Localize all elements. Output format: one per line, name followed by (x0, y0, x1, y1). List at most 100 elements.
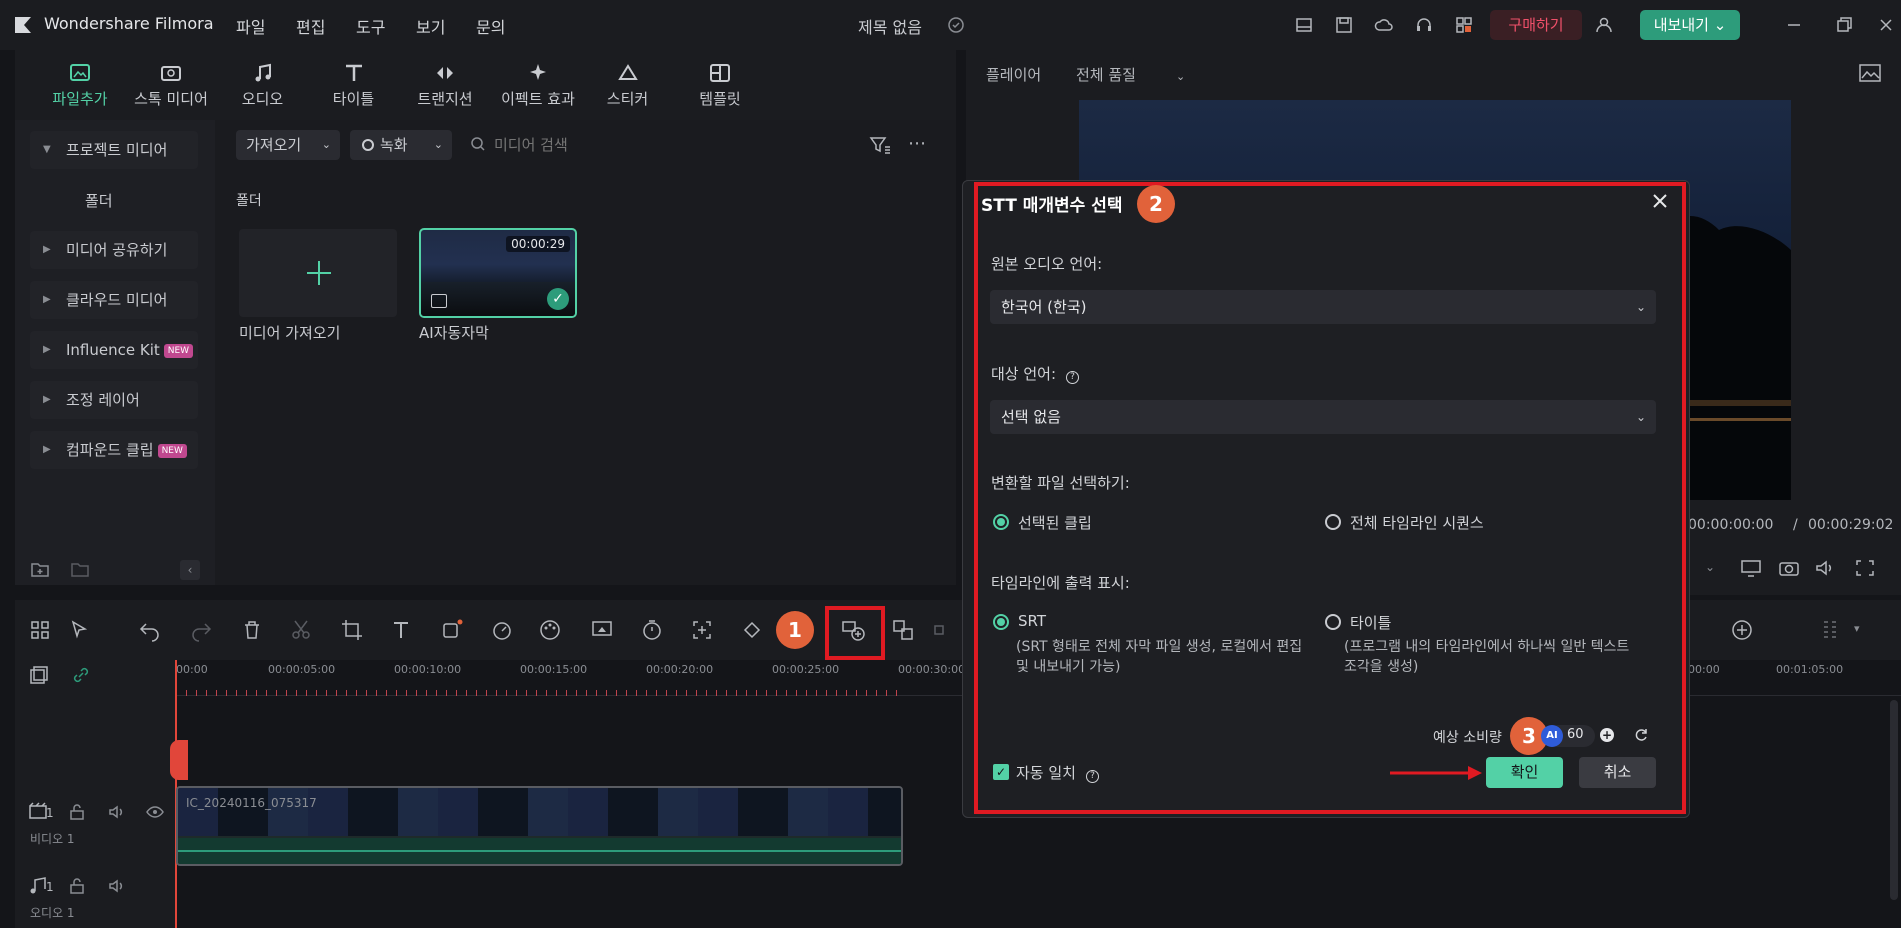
target-language-select[interactable]: 선택 없음 ⌄ (990, 400, 1656, 434)
radio-title[interactable] (1325, 614, 1341, 630)
app-name: Wondershare Filmora (44, 14, 214, 33)
title-t-icon (345, 64, 362, 81)
scissors-icon[interactable] (289, 618, 313, 642)
auto-match-label[interactable]: 자동 일치? (1016, 762, 1099, 783)
crop-icon[interactable] (340, 618, 364, 642)
headset-icon[interactable] (1414, 15, 1434, 35)
add-credits-icon[interactable]: + (1600, 728, 1614, 742)
track-height-icon[interactable] (1818, 618, 1842, 642)
nav-shared-media[interactable]: ▶ 미디어 공유하기 (30, 231, 198, 269)
collapse-panel-icon[interactable]: ‹ (180, 560, 200, 580)
minimize-icon[interactable] (1784, 15, 1804, 35)
display-icon[interactable] (1740, 558, 1762, 578)
lock-icon[interactable] (68, 877, 86, 895)
radio-whole-timeline[interactable] (1325, 514, 1341, 530)
option-whole-timeline[interactable]: 전체 타임라인 시퀀스 (1350, 512, 1484, 533)
select-pointer-icon[interactable] (68, 618, 92, 642)
chevron-down-icon[interactable]: ▾ (1854, 622, 1860, 635)
chevron-down-icon[interactable]: ⌄ (1705, 560, 1715, 574)
zoom-in-icon[interactable] (1730, 618, 1754, 642)
import-media-tile[interactable] (239, 229, 397, 317)
media-clip-thumbnail[interactable]: 00:00:29 ✓ (419, 228, 577, 318)
menu-view[interactable]: 보기 (416, 14, 445, 38)
text-icon[interactable] (390, 618, 414, 642)
menu-tools[interactable]: 도구 (356, 14, 385, 38)
auto-match-checkbox[interactable]: ✓ (993, 764, 1009, 780)
apps-grid-icon[interactable] (1454, 15, 1474, 35)
redo-icon[interactable] (189, 618, 213, 642)
tab-stickers[interactable]: 스티커 (590, 50, 665, 120)
source-language-select[interactable]: 한국어 (한국) ⌄ (990, 290, 1656, 324)
refresh-icon[interactable] (1633, 727, 1649, 743)
lock-icon[interactable] (68, 803, 86, 821)
timeline-scrollbar[interactable] (1890, 700, 1898, 900)
export-button[interactable]: 내보내기 ⌄ (1640, 10, 1740, 40)
tab-effects[interactable]: 이펙트 효과 (493, 50, 583, 120)
restore-icon[interactable] (1834, 15, 1854, 35)
menu-edit[interactable]: 편집 (296, 14, 325, 38)
option-srt[interactable]: SRT (1018, 612, 1046, 630)
nav-adjustment-layer[interactable]: ▶ 조정 레이어 (30, 381, 198, 419)
shape-icon[interactable] (440, 618, 464, 642)
fullscreen-icon[interactable] (1854, 558, 1876, 578)
nav-influence-kit[interactable]: ▶ Influence Kit NEW (30, 331, 198, 369)
option-title[interactable]: 타이틀 (1350, 612, 1391, 633)
link-icon[interactable] (70, 664, 92, 686)
radio-selected-clip[interactable] (993, 514, 1009, 530)
add-track-icon[interactable] (28, 664, 50, 686)
media-search-input[interactable] (494, 130, 814, 160)
playhead-handle[interactable] (170, 740, 188, 780)
tab-audio[interactable]: 오디오 (225, 50, 300, 120)
add-marker-icon[interactable] (690, 618, 714, 642)
buy-button[interactable]: 구매하기 (1490, 10, 1582, 40)
cancel-button[interactable]: 취소 (1579, 757, 1656, 788)
speed-icon[interactable] (490, 618, 514, 642)
keyframe-icon[interactable] (740, 618, 764, 642)
eye-icon[interactable] (146, 803, 164, 821)
expand-arrow-icon: ▶ (43, 294, 51, 305)
nav-folder[interactable]: 폴더 (85, 190, 113, 211)
tab-templates[interactable]: 템플릿 (680, 50, 760, 120)
save-icon[interactable] (1334, 15, 1354, 35)
radio-srt[interactable] (993, 614, 1009, 630)
mute-icon[interactable] (108, 877, 126, 895)
menu-help[interactable]: 문의 (476, 14, 505, 38)
user-icon[interactable] (1594, 15, 1614, 35)
record-dropdown[interactable]: 녹화 ⌄ (350, 130, 452, 160)
layout-icon[interactable] (1294, 15, 1314, 35)
close-icon[interactable] (1651, 192, 1669, 210)
nav-compound-clip[interactable]: ▶ 컴파운드 클립 NEW (30, 431, 198, 469)
color-palette-icon[interactable] (538, 618, 562, 642)
translate-icon[interactable] (891, 618, 915, 642)
filter-icon[interactable] (868, 134, 892, 156)
more-options-icon[interactable]: ⋯ (908, 133, 926, 154)
close-window-icon[interactable] (1876, 15, 1896, 35)
undo-icon[interactable] (138, 618, 162, 642)
speech-to-text-icon[interactable] (841, 619, 865, 643)
video-clip[interactable]: IC_20240116_075317 (176, 786, 903, 866)
nav-cloud-media[interactable]: ▶ 클라우드 미디어 (30, 281, 198, 319)
grid-layout-icon[interactable] (28, 618, 52, 642)
screen-record-icon[interactable] (590, 618, 614, 642)
more-tools-icon[interactable] (933, 618, 957, 642)
mute-icon[interactable] (108, 803, 126, 821)
quality-dropdown[interactable]: 전체 품질 ⌄ (1076, 64, 1185, 85)
option-selected-clip[interactable]: 선택된 클립 (1018, 512, 1092, 533)
folder-icon[interactable] (70, 560, 90, 578)
import-dropdown[interactable]: 가져오기 ⌄ (236, 130, 340, 160)
camera-icon[interactable] (1778, 558, 1800, 578)
tab-import[interactable]: 파일추가 (40, 50, 120, 120)
cloud-upload-icon[interactable] (1374, 15, 1394, 35)
checkmark-icon: ✓ (547, 288, 569, 310)
snapshot-image-icon[interactable] (1858, 63, 1882, 83)
new-folder-icon[interactable] (30, 560, 50, 578)
tab-titles[interactable]: 타이틀 (316, 50, 391, 120)
volume-icon[interactable] (1814, 558, 1836, 578)
delete-icon[interactable] (240, 618, 264, 642)
nav-project-media[interactable]: ▼ 프로젝트 미디어 (30, 131, 198, 169)
timer-icon[interactable] (640, 618, 664, 642)
tab-transitions[interactable]: 트랜지션 (405, 50, 485, 120)
menu-file[interactable]: 파일 (236, 14, 265, 38)
confirm-button[interactable]: 확인 (1486, 757, 1563, 788)
tab-stock-media[interactable]: 스톡 미디어 (125, 50, 217, 120)
